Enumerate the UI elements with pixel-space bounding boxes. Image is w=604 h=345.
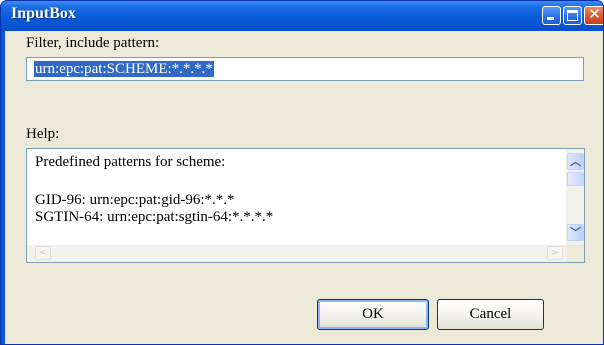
help-text-area[interactable]: Predefined patterns for scheme: GID-96: … bbox=[26, 148, 585, 263]
scroll-down-button[interactable]: ﹀ bbox=[567, 224, 584, 241]
scroll-corner bbox=[567, 245, 584, 262]
chevron-up-icon: ︿ bbox=[570, 155, 581, 168]
scroll-left-button[interactable]: < bbox=[35, 246, 51, 260]
filter-input[interactable]: urn:epc:pat:SCHEME:*.*.*.* bbox=[26, 57, 584, 81]
close-button[interactable]: ✕ bbox=[584, 5, 603, 25]
chevron-left-icon: < bbox=[39, 248, 47, 258]
help-label: Help: bbox=[26, 126, 60, 142]
maximize-icon bbox=[567, 10, 578, 21]
horizontal-scrollbar[interactable]: < > bbox=[27, 245, 567, 262]
help-line: SGTIN-64: urn:epc:pat:sgtin-64:*.*.*.* bbox=[35, 209, 274, 225]
title-bar[interactable]: InputBox ✕ bbox=[1, 1, 603, 31]
vertical-scrollbar[interactable]: ︿ ﹀ bbox=[566, 149, 584, 245]
ok-button[interactable]: OK bbox=[317, 299, 429, 330]
filter-label: Filter, include pattern: bbox=[26, 35, 160, 51]
chevron-down-icon: ﹀ bbox=[570, 226, 581, 239]
minimize-icon bbox=[547, 17, 554, 20]
maximize-button[interactable] bbox=[563, 6, 582, 25]
scroll-right-button[interactable]: > bbox=[547, 246, 563, 260]
minimize-button[interactable] bbox=[542, 6, 561, 25]
cancel-button[interactable]: Cancel bbox=[437, 299, 544, 330]
inputbox-dialog: InputBox ✕ Filter, include pattern: urn:… bbox=[0, 0, 604, 345]
scroll-up-button[interactable]: ︿ bbox=[567, 153, 584, 170]
scroll-thumb[interactable] bbox=[567, 172, 584, 186]
close-icon: ✕ bbox=[588, 5, 601, 23]
help-line: Predefined patterns for scheme: bbox=[35, 154, 226, 170]
window-title: InputBox bbox=[11, 5, 76, 22]
help-line: GID-96: urn:epc:pat:gid-96:*.*.* bbox=[35, 192, 235, 208]
filter-input-value: urn:epc:pat:SCHEME:*.*.*.* bbox=[34, 61, 214, 77]
chevron-right-icon: > bbox=[551, 248, 559, 258]
